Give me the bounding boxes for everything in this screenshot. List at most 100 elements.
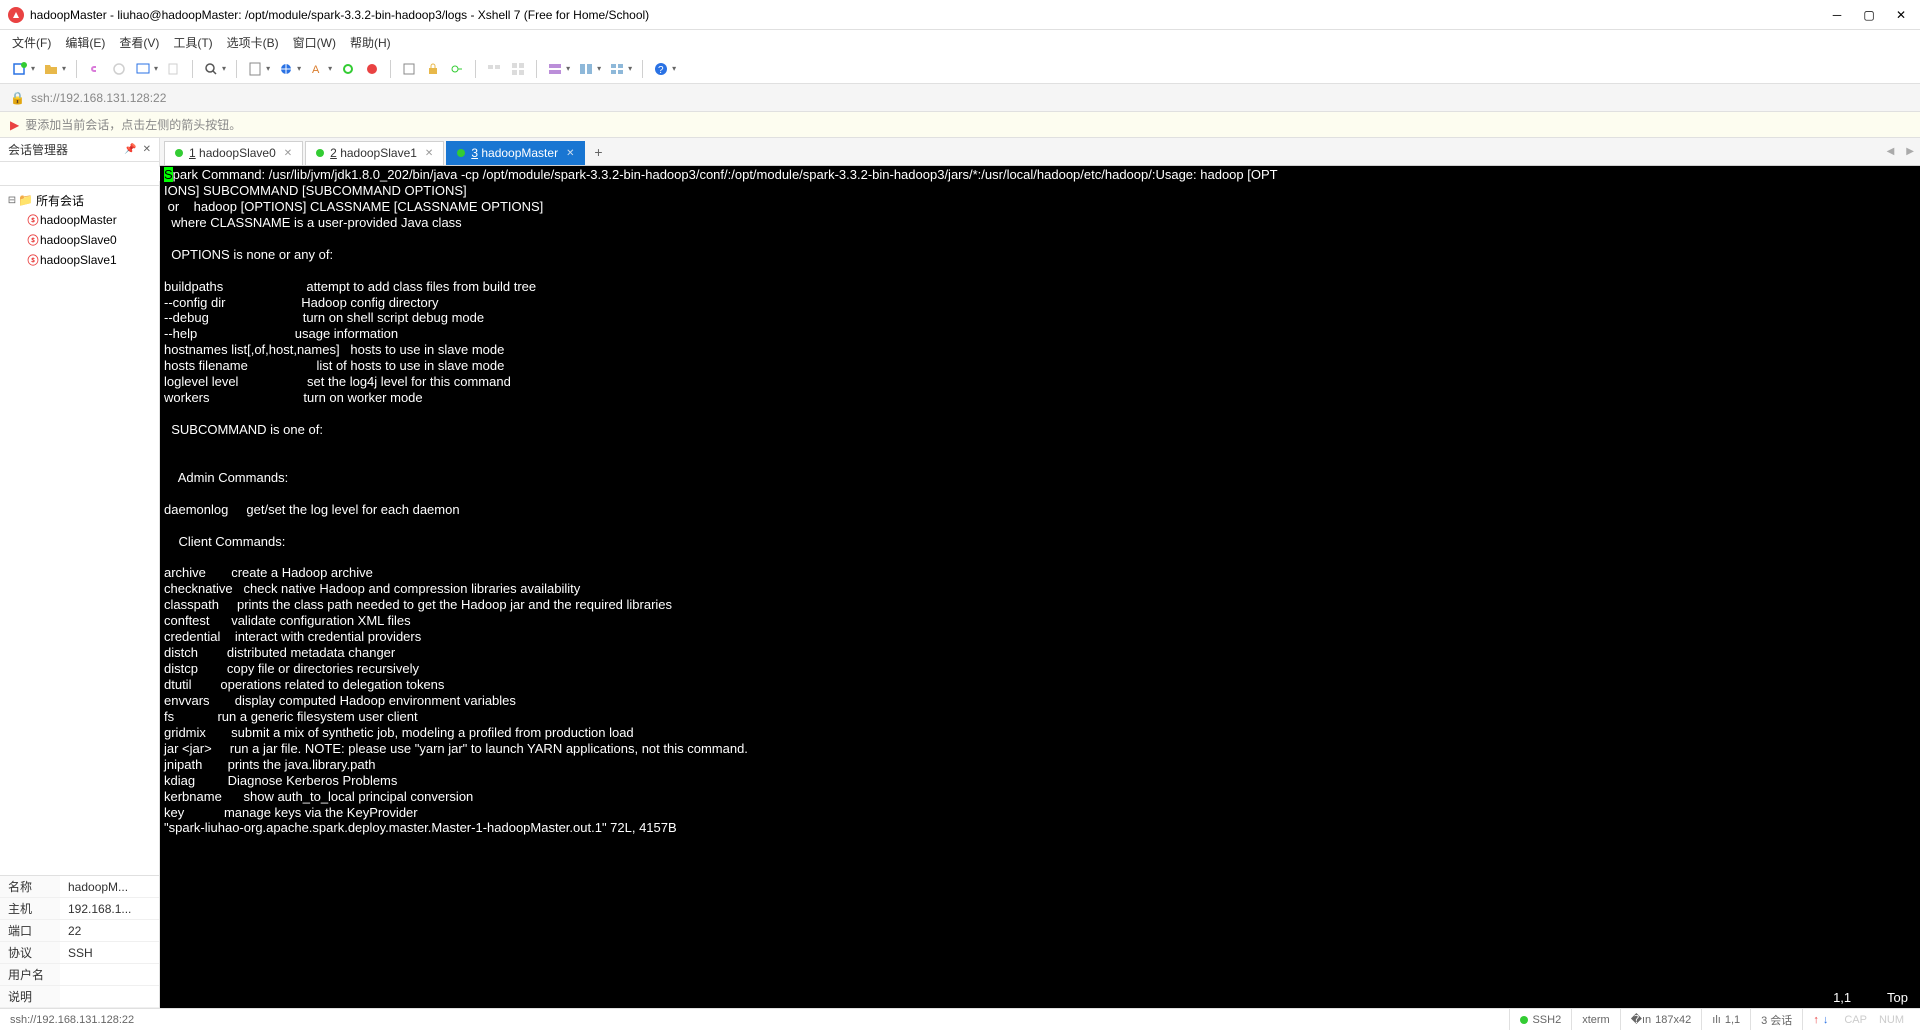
search-icon[interactable] bbox=[201, 59, 221, 79]
status-traffic: ↑↓ bbox=[1802, 1009, 1838, 1030]
menu-file[interactable]: 文件(F) bbox=[12, 34, 51, 51]
terminal[interactable]: Spark Command: /usr/lib/jvm/jdk1.8.0_202… bbox=[160, 166, 1920, 1008]
dropdown-icon[interactable]: ▾ bbox=[31, 64, 35, 73]
status-ssh: SSH2 bbox=[1509, 1009, 1571, 1030]
session-label: hadoopMaster bbox=[40, 213, 117, 227]
dropdown-icon[interactable]: ▾ bbox=[328, 64, 332, 73]
titlebar: hadoopMaster - liuhao@hadoopMaster: /opt… bbox=[0, 0, 1920, 30]
status-num: NUM bbox=[1873, 1014, 1910, 1026]
prop-name: hadoopM... bbox=[60, 876, 159, 898]
session-properties: 名称hadoopM... 主机192.168.1... 端口22 协议SSH 用… bbox=[0, 875, 159, 1008]
tab-hadoopslave1[interactable]: 2 hadoopSlave1 ✕ bbox=[305, 141, 444, 165]
prop-port: 22 bbox=[60, 920, 159, 942]
menu-tabs[interactable]: 选项卡(B) bbox=[227, 34, 279, 51]
layout-h-icon[interactable] bbox=[545, 59, 565, 79]
globe-icon[interactable] bbox=[276, 59, 296, 79]
statusbar: ssh://192.168.131.128:22 SSH2 xterm �ın … bbox=[0, 1008, 1920, 1030]
dropdown-icon[interactable]: ▾ bbox=[154, 64, 158, 73]
status-url: ssh://192.168.131.128:22 bbox=[10, 1014, 134, 1026]
help-icon[interactable]: ? bbox=[651, 59, 671, 79]
tab-close-icon[interactable]: ✕ bbox=[284, 148, 292, 159]
key-icon[interactable] bbox=[447, 59, 467, 79]
session-search-input[interactable] bbox=[4, 167, 167, 181]
layout-v-icon[interactable] bbox=[576, 59, 596, 79]
dropdown-icon[interactable]: ▾ bbox=[566, 64, 570, 73]
addressbar[interactable]: 🔒 ssh://192.168.131.128:22 bbox=[0, 84, 1920, 112]
script-icon[interactable] bbox=[245, 59, 265, 79]
tree-root[interactable]: ⊟ 📁 所有会话 bbox=[0, 190, 159, 210]
status-size: �ın 187x42 bbox=[1620, 1009, 1702, 1030]
tip-text: 要添加当前会话，点击左侧的箭头按钮。 bbox=[25, 116, 241, 133]
tab-hadoopslave0[interactable]: 1 hadoopSlave0 ✕ bbox=[164, 141, 303, 165]
sidebar-header: 会话管理器 📌 ✕ bbox=[0, 138, 159, 162]
dropdown-icon[interactable]: ▾ bbox=[266, 64, 270, 73]
prop-host: 192.168.1... bbox=[60, 898, 159, 920]
session-item[interactable]: ⓢ hadoopSlave0 bbox=[0, 230, 159, 250]
terminal-body: IONS] SUBCOMMAND [SUBCOMMAND OPTIONS] or… bbox=[164, 183, 748, 836]
collapse-icon[interactable]: ⊟ bbox=[6, 195, 18, 206]
svg-text:A: A bbox=[312, 64, 320, 76]
session-item[interactable]: ⓢ hadoopSlave1 bbox=[0, 250, 159, 270]
sidebar-title: 会话管理器 bbox=[8, 141, 68, 158]
dropdown-icon[interactable]: ▾ bbox=[672, 64, 676, 73]
dropdown-icon[interactable]: ▾ bbox=[597, 64, 601, 73]
dropdown-icon[interactable]: ▾ bbox=[222, 64, 226, 73]
refresh-icon[interactable] bbox=[338, 59, 358, 79]
tab-hadoopmaster[interactable]: 3 hadoopMaster ✕ bbox=[446, 141, 585, 165]
minimize-button[interactable]: ─ bbox=[1830, 8, 1844, 22]
dropdown-icon[interactable]: ▾ bbox=[297, 64, 301, 73]
menu-window[interactable]: 窗口(W) bbox=[293, 34, 336, 51]
status-cap: CAP bbox=[1838, 1014, 1873, 1026]
root-label: 所有会话 bbox=[36, 192, 84, 209]
session-icon: ⓢ bbox=[26, 233, 40, 247]
tabbar: 1 hadoopSlave0 ✕ 2 hadoopSlave1 ✕ 3 hado… bbox=[160, 138, 1920, 166]
tipbar: ▶ 要添加当前会话，点击左侧的箭头按钮。 bbox=[0, 112, 1920, 138]
status-dot-icon bbox=[175, 149, 183, 157]
disconnect-icon[interactable] bbox=[109, 59, 129, 79]
fullscreen-icon[interactable] bbox=[399, 59, 419, 79]
lock-icon[interactable] bbox=[423, 59, 443, 79]
transfer-icon[interactable] bbox=[133, 59, 153, 79]
session-icon: ⓢ bbox=[26, 213, 40, 227]
menubar: 文件(F) 编辑(E) 查看(V) 工具(T) 选项卡(B) 窗口(W) 帮助(… bbox=[0, 30, 1920, 54]
tab-close-icon[interactable]: ✕ bbox=[425, 148, 433, 159]
toolbar: ▾ ▾ ▾ ▾ ▾ ▾ A▾ ▾ ▾ ▾ ?▾ bbox=[0, 54, 1920, 84]
session-item[interactable]: ⓢ hadoopMaster bbox=[0, 210, 159, 230]
status-dot-icon bbox=[316, 149, 324, 157]
menu-tools[interactable]: 工具(T) bbox=[173, 34, 212, 51]
session-label: hadoopSlave0 bbox=[40, 233, 117, 247]
address-url: ssh://192.168.131.128:22 bbox=[31, 91, 166, 105]
layout-grid-icon[interactable] bbox=[607, 59, 627, 79]
cursor-highlight: S bbox=[164, 167, 173, 182]
status-term: xterm bbox=[1571, 1009, 1620, 1030]
flag-icon: ▶ bbox=[10, 118, 19, 132]
dropdown-icon[interactable]: ▾ bbox=[62, 64, 66, 73]
menu-help[interactable]: 帮助(H) bbox=[350, 34, 391, 51]
copy-icon[interactable] bbox=[164, 59, 184, 79]
menu-view[interactable]: 查看(V) bbox=[119, 34, 159, 51]
folder-icon: 📁 bbox=[18, 193, 32, 207]
tab-next-icon[interactable]: ▶ bbox=[1900, 146, 1920, 157]
session-tree: ⊟ 📁 所有会话 ⓢ hadoopMaster ⓢ hadoopSlave0 ⓢ… bbox=[0, 186, 159, 875]
grid-icon[interactable] bbox=[508, 59, 528, 79]
pin-icon[interactable]: 📌 bbox=[124, 144, 136, 155]
menu-edit[interactable]: 编辑(E) bbox=[65, 34, 105, 51]
new-tab-button[interactable]: + bbox=[587, 141, 609, 163]
dropdown-icon[interactable]: ▾ bbox=[628, 64, 632, 73]
tile-icon[interactable] bbox=[484, 59, 504, 79]
new-session-icon[interactable] bbox=[10, 59, 30, 79]
link-icon[interactable] bbox=[85, 59, 105, 79]
close-panel-icon[interactable]: ✕ bbox=[143, 144, 151, 155]
status-sessions: 3 会话 bbox=[1750, 1009, 1802, 1030]
app-icon bbox=[8, 7, 24, 23]
font-icon[interactable]: A bbox=[307, 59, 327, 79]
tab-prev-icon[interactable]: ◀ bbox=[1881, 146, 1901, 157]
open-session-icon[interactable] bbox=[41, 59, 61, 79]
prop-user bbox=[60, 964, 159, 986]
session-manager-panel: 会话管理器 📌 ✕ 🔍 ⊟ 📁 所有会话 ⓢ hadoopMaster ⓢ ha… bbox=[0, 138, 160, 1008]
close-button[interactable]: ✕ bbox=[1894, 8, 1908, 22]
stop-icon[interactable] bbox=[362, 59, 382, 79]
tab-close-icon[interactable]: ✕ bbox=[566, 148, 574, 159]
prop-desc bbox=[60, 986, 159, 1008]
maximize-button[interactable]: ▢ bbox=[1862, 8, 1876, 22]
